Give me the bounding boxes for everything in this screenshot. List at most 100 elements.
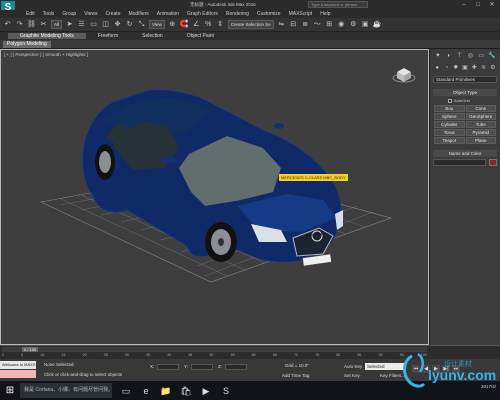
edge-browser-icon[interactable]: e (140, 385, 152, 397)
scale-icon[interactable]: ⤡ (137, 20, 146, 29)
menu-animation[interactable]: Animation (153, 11, 183, 17)
angle-snap-icon[interactable]: ∠ (192, 20, 201, 29)
viewcube-icon[interactable] (392, 62, 416, 84)
time-slider-thumb[interactable]: 0 / 100 (22, 347, 39, 352)
window-crossing-icon[interactable]: ◫ (101, 20, 110, 29)
reference-coordinate-dropdown[interactable]: View (149, 20, 165, 29)
3dsmax-taskbar-icon[interactable]: S (220, 385, 232, 397)
tube-button[interactable]: Tube (465, 121, 496, 128)
pivot-icon[interactable]: ⊕ (168, 20, 177, 29)
tab-freeform[interactable]: Freeform (86, 33, 130, 39)
menu-tools[interactable]: Tools (39, 11, 59, 17)
menu-modifiers[interactable]: Modifiers (124, 11, 152, 17)
perspective-viewport[interactable]: [ + ] [ Perspective ] [ Smooth + Highlig… (0, 49, 429, 345)
render-icon[interactable]: ☕ (373, 20, 382, 29)
tab-selection[interactable]: Selection (130, 33, 175, 39)
link-icon[interactable]: ⛓ (27, 20, 36, 29)
start-button[interactable]: ⊞ (0, 381, 20, 400)
undo-icon[interactable]: ↶ (3, 20, 12, 29)
object-type-rollout[interactable]: Object Type (433, 89, 497, 96)
maximize-button[interactable]: □ (472, 1, 484, 9)
system-clock[interactable]: 2017/4/ (481, 383, 496, 390)
display-tab-icon[interactable]: ▭ (477, 52, 485, 60)
cylinder-button[interactable]: Cylinder (434, 121, 465, 128)
select-object-icon[interactable]: ➤ (65, 20, 74, 29)
time-slider[interactable]: 0 / 100 (2, 347, 427, 352)
motion-tab-icon[interactable]: ◎ (466, 52, 474, 60)
menu-customize[interactable]: Customize (253, 11, 285, 17)
utilities-tab-icon[interactable]: 🔧 (488, 52, 496, 60)
menu-graph-editors[interactable]: Graph Editors (183, 11, 222, 17)
key-selection-dropdown[interactable]: Selected (365, 363, 405, 370)
maxscript-listener-output[interactable] (0, 370, 36, 378)
selection-filter-dropdown[interactable]: All (51, 20, 63, 29)
name-and-color-rollout[interactable]: Name and Color (433, 150, 497, 157)
primitive-category-dropdown[interactable]: Standard Primitives (433, 76, 497, 83)
shapes-icon[interactable]: ◔ (443, 64, 449, 72)
set-key-button[interactable]: Set Key (344, 373, 360, 378)
pyramid-button[interactable]: Pyramid (465, 129, 496, 136)
task-view-icon[interactable]: ▭ (120, 385, 132, 397)
file-explorer-icon[interactable]: 📁 (160, 385, 172, 397)
menu-help[interactable]: Help (316, 11, 334, 17)
menu-rendering[interactable]: Rendering (222, 11, 253, 17)
object-color-swatch[interactable] (489, 159, 497, 166)
maxscript-listener-input[interactable]: Welcome to MAXS (0, 361, 36, 369)
media-player-icon[interactable]: ▶ (200, 385, 212, 397)
menu-views[interactable]: Views (80, 11, 101, 17)
hierarchy-tab-icon[interactable]: ⊤ (456, 52, 464, 60)
goto-start-button[interactable]: ⏮ (412, 365, 420, 373)
tab-object-paint[interactable]: Object Paint (175, 33, 226, 39)
render-frame-icon[interactable]: ▣ (361, 20, 370, 29)
add-time-tag-button[interactable]: Add Time Tag (282, 373, 309, 378)
percent-snap-icon[interactable]: % (204, 20, 213, 29)
create-tab-icon[interactable]: ✦ (434, 52, 442, 60)
menu-create[interactable]: Create (101, 11, 124, 17)
move-icon[interactable]: ✥ (113, 20, 122, 29)
helpers-icon[interactable]: ✚ (471, 64, 477, 72)
mirror-icon[interactable]: ⇋ (277, 20, 286, 29)
polygon-modeling-button[interactable]: Polygon Modeling (3, 41, 51, 48)
cortana-search-box[interactable]: 我是 Cortana，小娜。有问题尽管问我。 (20, 383, 112, 398)
render-setup-icon[interactable]: ⚙ (349, 20, 358, 29)
align-icon[interactable]: ⊟ (289, 20, 298, 29)
schematic-icon[interactable]: ⊞ (325, 20, 334, 29)
torus-button[interactable]: Torus (434, 129, 465, 136)
search-input[interactable]: Type a keyword or phrase (308, 1, 368, 8)
z-coordinate-field[interactable] (225, 364, 247, 370)
redo-icon[interactable]: ↷ (15, 20, 24, 29)
spacewarps-icon[interactable]: ≋ (480, 64, 486, 72)
box-button[interactable]: Box (434, 105, 465, 112)
rect-selection-icon[interactable]: ▭ (89, 20, 98, 29)
lights-icon[interactable]: ✹ (453, 64, 459, 72)
teapot-button[interactable]: Teapot (434, 137, 465, 144)
systems-icon[interactable]: ⚙ (490, 64, 496, 72)
previous-frame-button[interactable]: ◀ (422, 365, 430, 373)
y-coordinate-field[interactable] (191, 364, 213, 370)
object-name-field[interactable] (433, 159, 486, 166)
modify-tab-icon[interactable]: ◗ (445, 52, 453, 60)
close-button[interactable]: ✕ (486, 1, 498, 9)
material-editor-icon[interactable]: ◉ (337, 20, 346, 29)
snap-icon[interactable]: 🧲 (180, 20, 189, 29)
goto-end-button[interactable]: ⏭ (452, 365, 460, 373)
spinner-snap-icon[interactable]: ⇕ (216, 20, 225, 29)
sphere-button[interactable]: Sphere (434, 113, 465, 120)
geometry-icon[interactable]: ● (434, 64, 440, 72)
autogrid-checkbox[interactable]: AutoGrid (448, 98, 497, 103)
tab-graphite-modeling-tools[interactable]: Graphite Modeling Tools (8, 33, 86, 39)
menu-edit[interactable]: Edit (22, 11, 39, 17)
rotate-icon[interactable]: ↻ (125, 20, 134, 29)
store-icon[interactable]: 🛍 (180, 385, 192, 397)
curve-editor-icon[interactable]: 〜 (313, 20, 322, 29)
play-button[interactable]: ▶ (432, 365, 440, 373)
menu-maxscript[interactable]: MAXScript (285, 11, 317, 17)
geosphere-button[interactable]: GeoSphere (465, 113, 496, 120)
cameras-icon[interactable]: ▣ (462, 64, 468, 72)
cone-button[interactable]: Cone (465, 105, 496, 112)
select-by-name-icon[interactable]: ☰ (77, 20, 86, 29)
unlink-icon[interactable]: ✂ (39, 20, 48, 29)
auto-key-button[interactable]: Auto Key (344, 364, 362, 369)
plane-button[interactable]: Plane (465, 137, 496, 144)
autogrid-box[interactable] (448, 98, 452, 103)
